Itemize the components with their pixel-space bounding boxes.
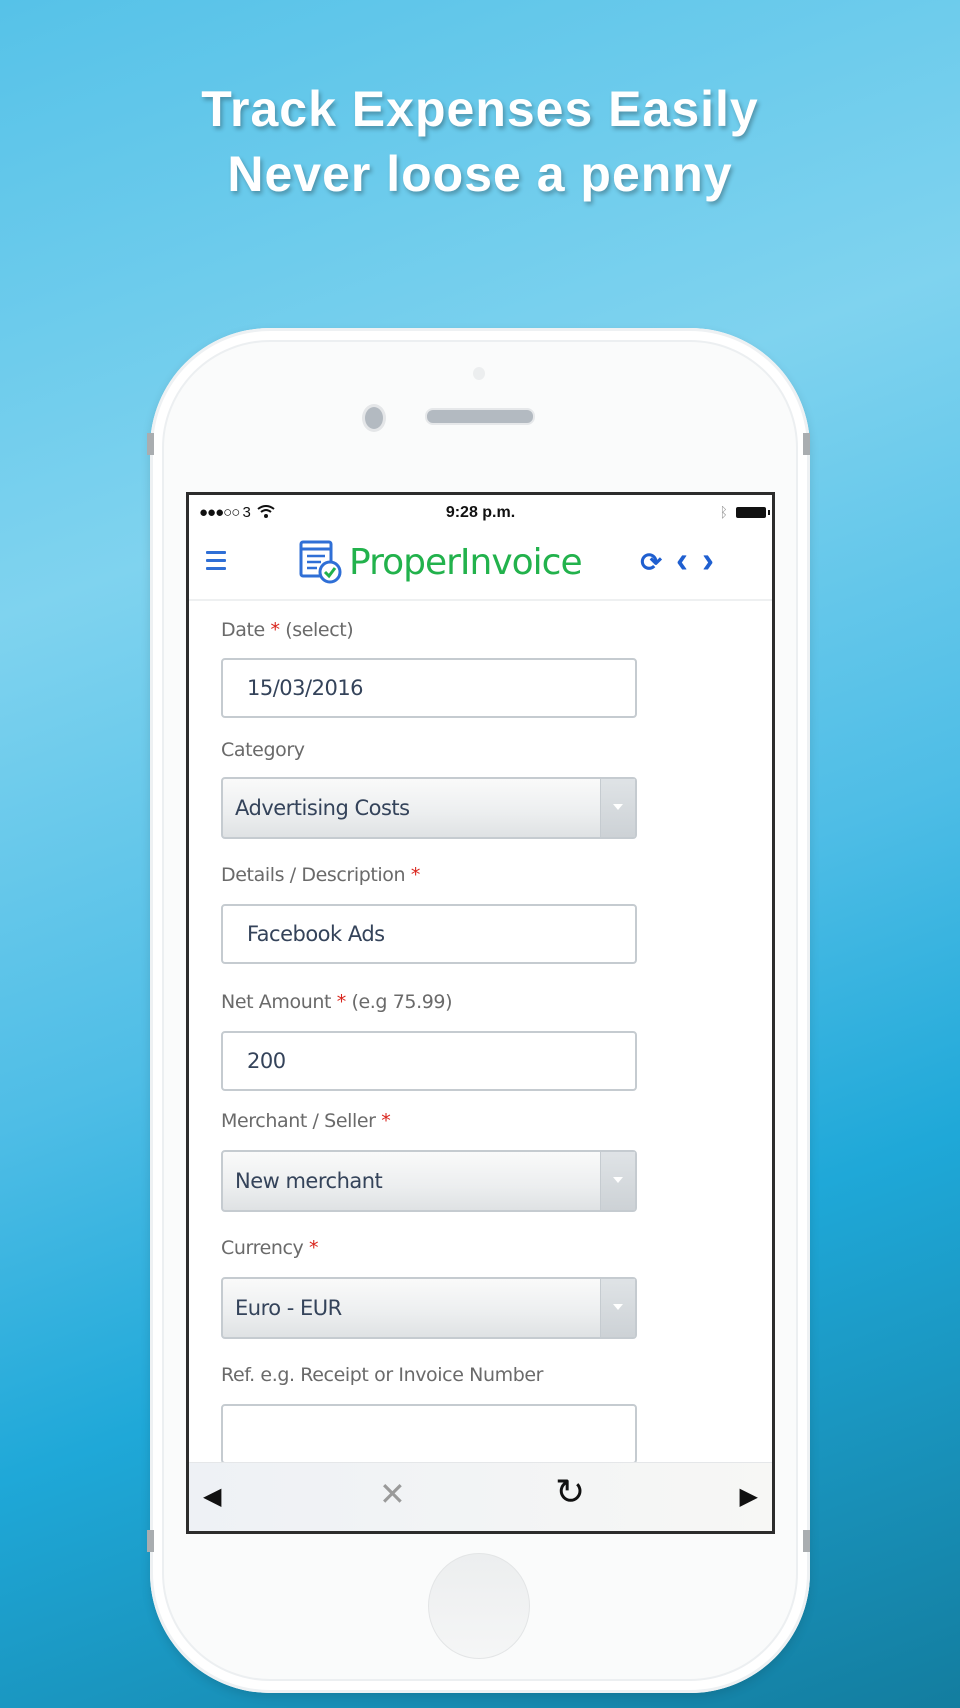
clock: 9:28 p.m. <box>445 504 516 521</box>
promo-headline-line1: Track Expenses Easily <box>201 81 759 137</box>
category-value: Advertising Costs <box>235 796 410 820</box>
home-button[interactable] <box>428 1553 530 1659</box>
front-camera <box>362 404 386 432</box>
date-field[interactable]: 15/03/2016 <box>221 658 637 718</box>
required-marker: * <box>410 864 421 886</box>
merchant-value: New merchant <box>235 1169 383 1193</box>
currency-select[interactable]: Euro - EUR <box>221 1277 637 1339</box>
reference-field[interactable] <box>221 1404 637 1464</box>
net-amount-label: Net Amount * (e.g 75.99) <box>221 991 453 1013</box>
required-marker: * <box>309 1237 319 1259</box>
earpiece-speaker <box>425 408 535 425</box>
currency-label: Currency * <box>221 1237 319 1259</box>
merchant-label-text: Merchant / Seller <box>221 1110 376 1132</box>
status-right: ᛒ <box>719 504 770 520</box>
net-amount-label-text: Net Amount <box>221 991 332 1013</box>
app-name: ProperInvoice <box>349 541 583 583</box>
invoice-check-icon <box>299 540 342 584</box>
phone-side-button-lower <box>147 1530 154 1552</box>
status-bar: ●●●○○ 3 9:28 p.m. ᛒ <box>189 495 772 529</box>
forward-icon[interactable]: ▶ <box>740 1482 758 1511</box>
net-amount-hint: (e.g 75.99) <box>351 991 453 1013</box>
merchant-label: Merchant / Seller * <box>221 1110 391 1132</box>
phone-mute-switch <box>147 433 154 455</box>
phone-side-button <box>803 433 810 455</box>
required-marker: * <box>381 1110 391 1132</box>
currency-value: Euro - EUR <box>235 1296 342 1320</box>
details-label: Details / Description * <box>221 864 420 886</box>
net-amount-field[interactable]: 200 <box>221 1031 637 1091</box>
chevron-down-icon <box>600 779 635 837</box>
promo-headline-line2: Never loose a penny <box>227 146 733 202</box>
reload-icon[interactable]: ↻ <box>555 1471 585 1513</box>
reference-label: Ref. e.g. Receipt or Invoice Number <box>221 1364 544 1386</box>
date-label-text: Date <box>221 619 265 641</box>
app-logo: ProperInvoice <box>299 539 583 585</box>
refresh-icon[interactable]: ⟳ <box>640 547 662 578</box>
next-icon[interactable]: › <box>702 542 714 578</box>
battery-icon <box>736 506 770 518</box>
chevron-down-icon <box>600 1279 635 1337</box>
date-hint: (select) <box>285 619 354 641</box>
date-label: Date * (select) <box>221 619 354 641</box>
stop-icon[interactable]: ✕ <box>379 1475 406 1513</box>
currency-label-text: Currency <box>221 1237 304 1259</box>
back-icon[interactable]: ◀ <box>203 1482 221 1511</box>
details-field[interactable]: Facebook Ads <box>221 904 637 964</box>
browser-toolbar: ◀ ✕ ↻ ▶ <box>189 1462 772 1531</box>
phone-side-button-lower-right <box>803 1530 810 1552</box>
nav-actions: ⟳ ‹ › <box>640 542 714 578</box>
app-screen: ●●●○○ 3 9:28 p.m. ᛒ ProperInvoice ⟳ ‹ › … <box>186 492 775 1534</box>
bluetooth-icon: ᛒ <box>719 504 728 520</box>
proximity-sensor <box>473 367 485 380</box>
chevron-down-icon <box>600 1152 635 1210</box>
category-select[interactable]: Advertising Costs <box>221 777 637 839</box>
required-marker: * <box>270 619 280 641</box>
category-label: Category <box>221 739 305 761</box>
merchant-select[interactable]: New merchant <box>221 1150 637 1212</box>
required-marker: * <box>336 991 347 1013</box>
previous-icon[interactable]: ‹ <box>676 542 688 578</box>
details-label-text: Details / Description <box>221 864 406 886</box>
app-navbar: ProperInvoice ⟳ ‹ › <box>189 529 772 601</box>
hamburger-menu-icon[interactable] <box>206 551 226 575</box>
